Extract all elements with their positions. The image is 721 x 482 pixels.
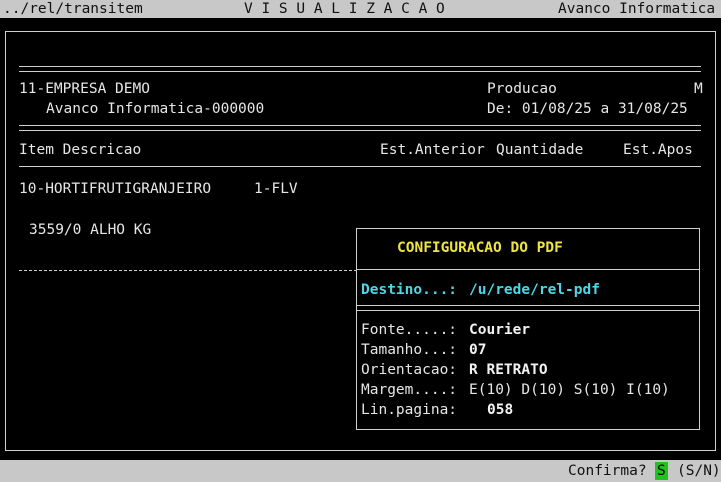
lin-pagina-field[interactable]: 058 bbox=[487, 401, 513, 419]
header-separator-bottom bbox=[19, 125, 701, 131]
columns-separator bbox=[19, 166, 701, 167]
report-type: Producao bbox=[487, 81, 557, 97]
header-separator-top bbox=[19, 66, 701, 72]
margem-field[interactable]: E(10) D(10) S(10) I(10) bbox=[469, 381, 670, 399]
dialog-destino-separator bbox=[357, 305, 699, 311]
report-type-flag: M bbox=[694, 81, 703, 97]
top-status-bar: ../rel/transitem V I S U A L I Z A C A O… bbox=[0, 0, 721, 18]
group-total-separator bbox=[19, 270, 357, 271]
bottom-status-bar: Confirma? S (S/N) bbox=[0, 460, 721, 482]
pdf-config-dialog: CONFIGURACAO DO PDF Destino...: /u/rede/… bbox=[356, 228, 700, 430]
program-path: ../rel/transitem bbox=[3, 1, 143, 17]
vendor-name: Avanco Informatica bbox=[558, 1, 716, 17]
tamanho-field[interactable]: 07 bbox=[469, 341, 486, 359]
group-name: 10-HORTIFRUTIGRANJEIRO bbox=[19, 181, 212, 197]
destino-field[interactable]: /u/rede/rel-pdf bbox=[469, 281, 600, 299]
screen-title: V I S U A L I Z A C A O bbox=[244, 1, 445, 17]
group-code: 1-FLV bbox=[254, 181, 298, 197]
fonte-label: Fonte.....: bbox=[361, 322, 458, 338]
report-period: De: 01/08/25 a 31/08/25 bbox=[487, 101, 688, 117]
column-item-descricao: Item Descricao bbox=[19, 142, 142, 158]
fonte-field[interactable]: Courier bbox=[469, 321, 530, 339]
column-quantidade: Quantidade bbox=[496, 142, 584, 158]
dialog-title-separator bbox=[357, 269, 699, 270]
column-est-apos: Est.Apos bbox=[623, 142, 693, 158]
lin-pagina-label: Lin.pagina: bbox=[361, 402, 458, 418]
destino-label: Destino...: bbox=[361, 282, 458, 298]
company-subline: Avanco Informatica-000000 bbox=[46, 101, 265, 117]
orientacao-label: Orientacao: bbox=[361, 362, 458, 378]
column-est-anterior: Est.Anterior bbox=[380, 142, 485, 158]
margem-label: Margem....: bbox=[361, 382, 458, 398]
tamanho-label: Tamanho...: bbox=[361, 342, 458, 358]
confirm-options: (S/N) bbox=[677, 463, 721, 479]
orientacao-field[interactable]: R RETRATO bbox=[469, 361, 548, 379]
confirm-input[interactable]: S bbox=[655, 462, 668, 480]
company-line: 11-EMPRESA DEMO bbox=[19, 81, 150, 97]
dialog-title: CONFIGURACAO DO PDF bbox=[397, 240, 563, 256]
confirm-prompt: Confirma? bbox=[568, 463, 647, 479]
item-row: 3559/0 ALHO KG bbox=[29, 222, 152, 238]
